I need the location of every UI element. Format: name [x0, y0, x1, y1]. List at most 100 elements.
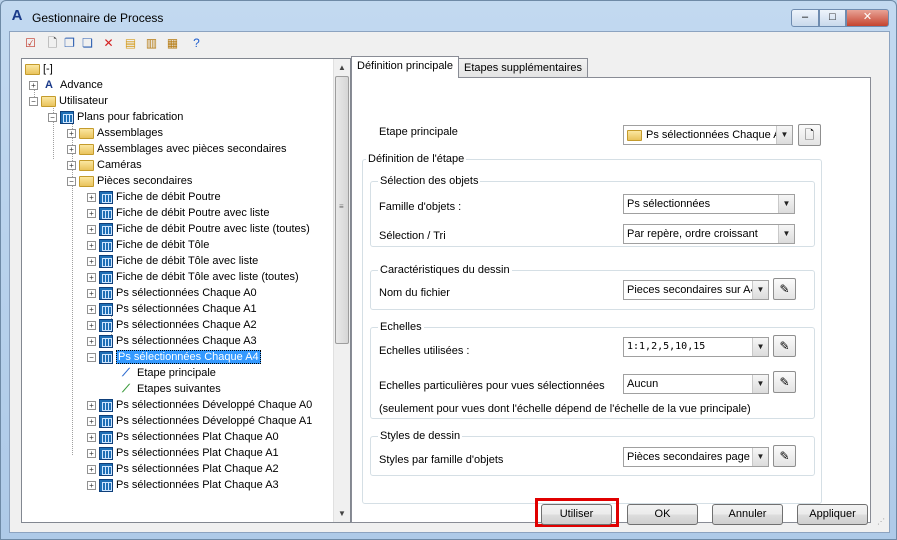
tab-main-definition[interactable]: Définition principale: [351, 56, 459, 78]
filename-edit-button[interactable]: ✎: [773, 278, 796, 300]
check-document-icon[interactable]: ☑: [22, 35, 39, 52]
tree-item[interactable]: + Ps sélectionnées Plat Chaque A0: [87, 429, 279, 445]
used-scales-select[interactable]: 1:1,2,5,10,15 ▼: [623, 337, 769, 357]
process-grid-icon: [99, 318, 113, 332]
scroll-up-arrow-icon[interactable]: ▲: [334, 59, 350, 76]
expand-icon[interactable]: +: [87, 272, 96, 282]
main-step-select[interactable]: Ps sélectionnées Chaque A4 ▼: [623, 125, 793, 145]
filename-select[interactable]: Pieces secondaires sur A4 ▼: [623, 280, 769, 300]
tree-item[interactable]: + Assemblages avec pièces secondaires: [67, 141, 287, 157]
collapse-icon[interactable]: −: [67, 176, 76, 186]
minimize-button[interactable]: –: [791, 9, 819, 27]
tree-item[interactable]: + Assemblages: [67, 125, 163, 141]
delete-icon[interactable]: ✕: [100, 35, 117, 52]
tree-item[interactable]: + Ps sélectionnées Plat Chaque A3: [87, 477, 279, 493]
tree-item[interactable]: ⟋ Etape principale: [106, 365, 216, 381]
copy-icon[interactable]: ❐: [61, 35, 78, 52]
tree-item[interactable]: + Caméras: [67, 157, 142, 173]
tree-item[interactable]: + Fiche de débit Tôle avec liste: [87, 253, 258, 269]
paste-icon[interactable]: ❏: [79, 35, 96, 52]
tree-item[interactable]: + Fiche de débit Poutre avec liste: [87, 205, 269, 221]
main-step-browse-button[interactable]: 🗋: [798, 124, 821, 146]
title-bar[interactable]: A Gestionnaire de Process – □ ✕: [1, 1, 896, 31]
tree-root-label: [-]: [43, 63, 53, 75]
tree-item[interactable]: + Ps sélectionnées Chaque A3: [87, 333, 257, 349]
expand-icon[interactable]: +: [87, 256, 96, 266]
help-icon[interactable]: ?: [188, 35, 205, 52]
process-tree[interactable]: [-] ▲ ≡ ▼ + A Advance − Utilisateur − Plans po…: [21, 58, 351, 523]
styles-by-family-label: Styles par famille d'objets: [379, 454, 504, 466]
new-document-icon[interactable]: 🗋: [44, 35, 61, 52]
tree-item-label: Ps sélectionnées Développé Chaque A1: [116, 415, 313, 427]
expand-icon[interactable]: +: [87, 288, 96, 298]
styles-edit-button[interactable]: ✎: [773, 445, 796, 467]
tree-item[interactable]: + Ps sélectionnées Plat Chaque A1: [87, 445, 279, 461]
expand-icon[interactable]: +: [87, 320, 96, 330]
expand-icon[interactable]: +: [87, 192, 96, 202]
tree-item-label: Fiche de débit Tôle: [116, 239, 210, 251]
collapse-icon[interactable]: −: [48, 112, 57, 122]
expand-icon[interactable]: +: [87, 224, 96, 234]
expand-icon[interactable]: +: [67, 160, 76, 170]
tree-item[interactable]: − Ps sélectionnées Chaque A4: [87, 349, 261, 365]
tree-item[interactable]: + Ps sélectionnées Développé Chaque A0: [87, 397, 312, 413]
tab-additional-steps[interactable]: Etapes supplémentaires: [458, 58, 589, 78]
tree-scrollbar[interactable]: ▲ ≡ ▼: [333, 59, 350, 522]
close-button[interactable]: ✕: [846, 9, 889, 27]
tree-item[interactable]: − Pièces secondaires: [67, 173, 192, 189]
expand-icon[interactable]: +: [67, 128, 76, 138]
particular-scales-select[interactable]: Aucun ▼: [623, 374, 769, 394]
ok-button[interactable]: OK: [627, 504, 698, 525]
expand-icon[interactable]: +: [87, 240, 96, 250]
maximize-button[interactable]: □: [819, 9, 846, 27]
used-scales-edit-button[interactable]: ✎: [773, 335, 796, 357]
expand-icon[interactable]: +: [87, 432, 96, 442]
expand-icon[interactable]: +: [87, 416, 96, 426]
chevron-down-icon: ▼: [752, 281, 768, 299]
expand-icon[interactable]: +: [87, 304, 96, 314]
tree-item[interactable]: ⟋ Etapes suivantes: [106, 381, 221, 397]
expand-icon[interactable]: +: [67, 144, 76, 154]
expand-icon[interactable]: +: [87, 400, 96, 410]
tree-item[interactable]: + Ps sélectionnées Chaque A0: [87, 285, 257, 301]
folder-settings-icon[interactable]: ▦: [164, 35, 181, 52]
main-step-label: Etape principale: [379, 126, 458, 138]
use-button[interactable]: Utiliser: [541, 504, 612, 525]
tree-item[interactable]: + Ps sélectionnées Chaque A1: [87, 301, 257, 317]
resize-grip-icon[interactable]: ⋰: [877, 518, 887, 530]
tree-item-label: Ps sélectionnées Plat Chaque A1: [116, 447, 279, 459]
tree-item[interactable]: + Fiche de débit Tôle avec liste (toutes): [87, 269, 299, 285]
apply-button[interactable]: Appliquer: [797, 504, 868, 525]
export-icon[interactable]: ▤: [122, 35, 139, 52]
tree-root[interactable]: [-]: [25, 61, 53, 77]
expand-icon[interactable]: +: [87, 448, 96, 458]
scroll-thumb[interactable]: ≡: [335, 76, 349, 344]
scroll-down-arrow-icon[interactable]: ▼: [334, 505, 350, 522]
particular-scales-edit-button[interactable]: ✎: [773, 371, 796, 393]
pencil-edit-icon: ✎: [779, 339, 790, 353]
collapse-icon[interactable]: −: [87, 352, 96, 362]
expand-icon[interactable]: +: [29, 80, 38, 90]
expand-icon[interactable]: +: [87, 464, 96, 474]
tree-item[interactable]: + Ps sélectionnées Chaque A2: [87, 317, 257, 333]
expand-icon[interactable]: +: [87, 208, 96, 218]
tree-item[interactable]: + Fiche de débit Tôle: [87, 237, 209, 253]
tree-item-label: Assemblages: [97, 127, 164, 139]
cancel-button[interactable]: Annuler: [712, 504, 783, 525]
tree-item[interactable]: + Fiche de débit Poutre: [87, 189, 221, 205]
tree-item[interactable]: + Fiche de débit Poutre avec liste (toute…: [87, 221, 310, 237]
tree-item[interactable]: − Plans pour fabrication: [48, 109, 183, 125]
process-grid-icon: [99, 238, 113, 252]
expand-icon[interactable]: +: [87, 480, 96, 490]
object-family-select[interactable]: Ps sélectionnées ▼: [623, 194, 795, 214]
tree-item[interactable]: + A Advance: [29, 77, 103, 93]
import-icon[interactable]: ▥: [143, 35, 160, 52]
tree-item[interactable]: + Ps sélectionnées Développé Chaque A1: [87, 413, 312, 429]
styles-by-family-select[interactable]: Pièces secondaires page unique ▼: [623, 447, 769, 467]
selection-sort-select[interactable]: Par repère, ordre croissant ▼: [623, 224, 795, 244]
tree-item[interactable]: + Ps sélectionnées Plat Chaque A2: [87, 461, 279, 477]
expand-icon[interactable]: +: [87, 336, 96, 346]
tree-item[interactable]: − Utilisateur: [29, 93, 108, 109]
collapse-icon[interactable]: −: [29, 96, 38, 106]
tree-item-label: Ps sélectionnées Plat Chaque A0: [116, 431, 279, 443]
